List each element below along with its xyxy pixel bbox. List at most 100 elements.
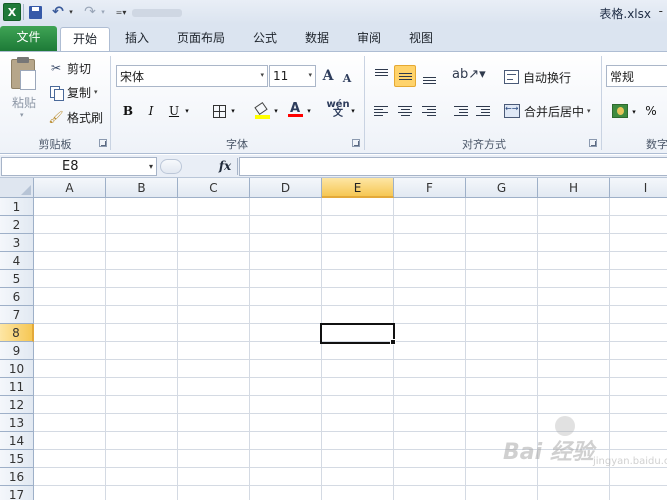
cell[interactable] (322, 288, 394, 306)
cell[interactable] (394, 378, 466, 396)
cell[interactable] (322, 234, 394, 252)
cell[interactable] (322, 270, 394, 288)
column-header[interactable]: E (322, 178, 394, 198)
cell[interactable] (610, 342, 667, 360)
cell[interactable] (610, 306, 667, 324)
cell[interactable] (106, 486, 178, 500)
cell[interactable] (250, 360, 322, 378)
row-header[interactable]: 4 (0, 252, 34, 270)
cell[interactable] (610, 198, 667, 216)
undo-button[interactable]: ↶ (50, 3, 66, 21)
cell[interactable] (394, 432, 466, 450)
tab-review[interactable]: 审阅 (346, 27, 392, 51)
formula-input[interactable] (239, 157, 667, 176)
redo-button[interactable]: ↷ (82, 3, 98, 21)
row-header[interactable]: 8 (0, 324, 34, 342)
cell[interactable] (106, 198, 178, 216)
cell[interactable] (322, 378, 394, 396)
cell[interactable] (394, 450, 466, 468)
copy-button[interactable]: 复制 ▾ (48, 82, 98, 102)
row-header[interactable]: 1 (0, 198, 34, 216)
cell[interactable] (106, 324, 178, 342)
cell[interactable] (394, 216, 466, 234)
cell[interactable] (322, 486, 394, 500)
cell[interactable] (466, 342, 538, 360)
row-header[interactable]: 17 (0, 486, 34, 500)
cell[interactable] (34, 288, 106, 306)
formula-bar-resize-handle[interactable] (160, 159, 182, 174)
tab-file[interactable]: 文件 (0, 26, 57, 51)
cell[interactable] (610, 486, 667, 500)
cell[interactable] (538, 360, 610, 378)
cell[interactable] (250, 306, 322, 324)
increase-indent-button[interactable] (472, 100, 494, 122)
shrink-font-button[interactable]: A (340, 68, 354, 88)
wrap-text-button[interactable]: 自动换行 (504, 67, 571, 87)
cell[interactable] (610, 252, 667, 270)
align-center-button[interactable] (394, 100, 416, 122)
grow-font-button[interactable]: A (320, 66, 336, 86)
cell[interactable] (322, 198, 394, 216)
cell[interactable] (538, 342, 610, 360)
cell[interactable] (466, 270, 538, 288)
cell[interactable] (538, 234, 610, 252)
cell[interactable] (466, 360, 538, 378)
cell[interactable] (466, 414, 538, 432)
cell[interactable] (394, 342, 466, 360)
cell[interactable] (178, 198, 250, 216)
cell[interactable] (322, 252, 394, 270)
cell[interactable] (106, 270, 178, 288)
cell[interactable] (394, 270, 466, 288)
column-header[interactable]: B (106, 178, 178, 198)
cell[interactable] (106, 414, 178, 432)
phonetic-dropdown-icon[interactable]: ▾ (349, 101, 357, 121)
excel-app-icon[interactable]: X (3, 3, 21, 21)
borders-dropdown-icon[interactable]: ▾ (229, 101, 237, 121)
row-header[interactable]: 12 (0, 396, 34, 414)
cell[interactable] (34, 396, 106, 414)
cell[interactable] (178, 342, 250, 360)
row-header[interactable]: 16 (0, 468, 34, 486)
cell[interactable] (394, 486, 466, 500)
cell[interactable] (322, 396, 394, 414)
cut-button[interactable]: ✂ 剪切 (48, 58, 91, 78)
tab-home[interactable]: 开始 (60, 27, 110, 52)
row-header[interactable]: 14 (0, 432, 34, 450)
name-box[interactable]: E8 ▾ (1, 157, 157, 176)
column-header[interactable]: H (538, 178, 610, 198)
font-size-select[interactable]: 11 ▾ (269, 65, 316, 87)
tab-view[interactable]: 视图 (398, 27, 444, 51)
cell[interactable] (34, 342, 106, 360)
cell[interactable] (106, 396, 178, 414)
cell[interactable] (394, 288, 466, 306)
cell[interactable] (250, 216, 322, 234)
cell[interactable] (538, 198, 610, 216)
cell[interactable] (394, 360, 466, 378)
align-top-button[interactable] (370, 65, 392, 87)
tab-formulas[interactable]: 公式 (242, 27, 288, 51)
copy-dropdown-icon[interactable]: ▾ (94, 88, 98, 96)
cell[interactable] (610, 324, 667, 342)
row-header[interactable]: 15 (0, 450, 34, 468)
cell[interactable] (34, 306, 106, 324)
tab-insert[interactable]: 插入 (114, 27, 160, 51)
column-header[interactable]: F (394, 178, 466, 198)
cell[interactable] (538, 306, 610, 324)
cell[interactable] (178, 306, 250, 324)
cell[interactable] (250, 288, 322, 306)
cell[interactable] (178, 468, 250, 486)
column-header[interactable]: A (34, 178, 106, 198)
cell[interactable] (322, 432, 394, 450)
row-header[interactable]: 5 (0, 270, 34, 288)
cell[interactable] (322, 414, 394, 432)
cell[interactable] (466, 468, 538, 486)
cell[interactable] (394, 234, 466, 252)
merge-center-button[interactable]: 合并后居中 ▾ (504, 101, 591, 121)
cell[interactable] (178, 450, 250, 468)
cell[interactable] (106, 378, 178, 396)
cell[interactable] (322, 216, 394, 234)
redo-dropdown-icon[interactable]: ▾ (99, 3, 107, 21)
cell[interactable] (538, 216, 610, 234)
cell[interactable] (610, 270, 667, 288)
cell[interactable] (466, 234, 538, 252)
